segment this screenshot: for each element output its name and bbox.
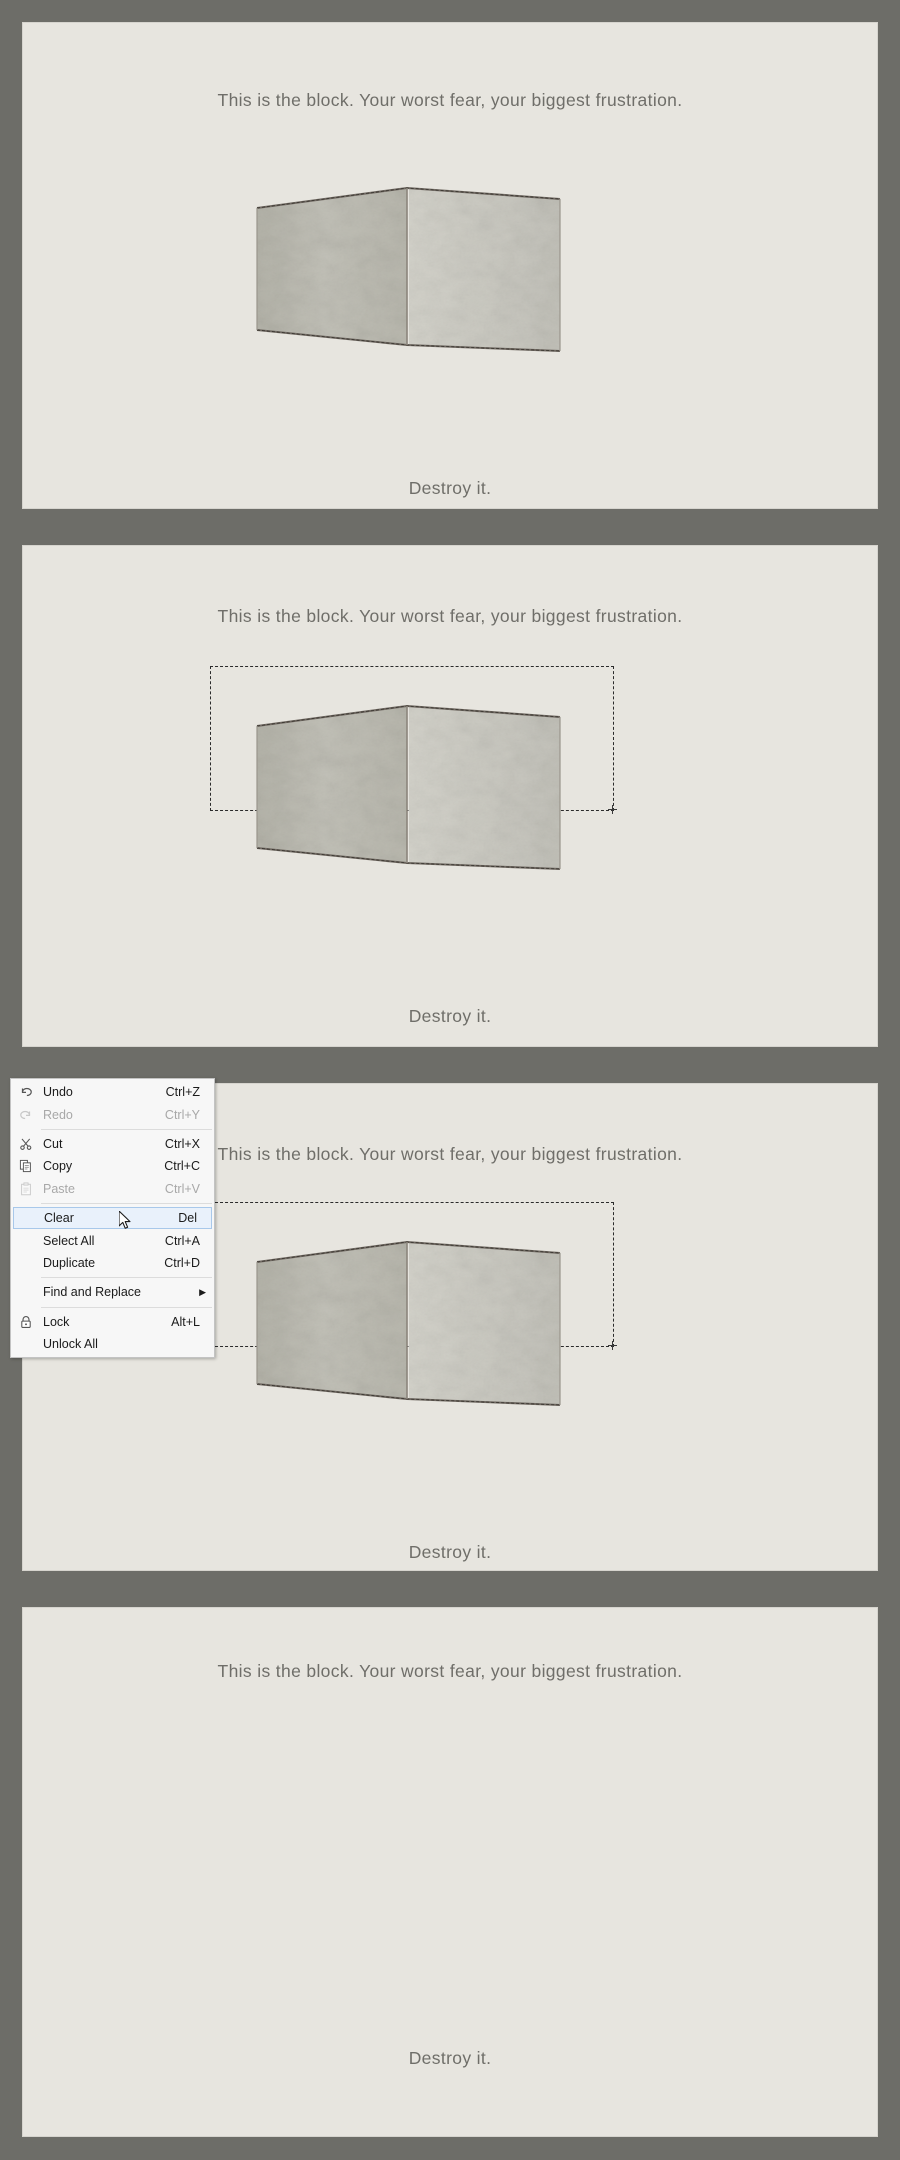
stone-block-image[interactable]	[255, 1234, 565, 1422]
menu-item-copy[interactable]: Copy Ctrl+C	[11, 1155, 214, 1177]
menu-item-label: Copy	[43, 1159, 73, 1174]
menu-item-label: Unlock All	[43, 1337, 98, 1352]
menu-item-accelerator: Ctrl+D	[164, 1255, 200, 1270]
menu-item-accelerator: Alt+L	[171, 1314, 200, 1329]
menu-item-cut[interactable]: Cut Ctrl+X	[11, 1133, 214, 1155]
menu-item-accelerator: Ctrl+Y	[164, 1107, 200, 1122]
scissors-icon	[11, 1137, 41, 1151]
menu-separator	[41, 1306, 212, 1308]
menu-item-duplicate[interactable]: Duplicate Ctrl+D	[11, 1252, 214, 1274]
menu-item-label: Undo	[43, 1085, 73, 1100]
panel-footer: Destroy it.	[408, 1006, 492, 1026]
panel-step-4: This is the block. Your worst fear, your…	[22, 1607, 878, 2137]
block-container[interactable]	[235, 168, 565, 378]
menu-item-clear[interactable]: Clear Del	[13, 1206, 212, 1230]
panel-footer: Destroy it.	[408, 478, 492, 498]
menu-item-select-all[interactable]: Select All Ctrl+A	[11, 1229, 214, 1251]
panel-step-1: This is the block. Your worst fear, your…	[22, 22, 878, 509]
menu-item-label: Clear	[44, 1211, 74, 1226]
panel-footer: Destroy it.	[408, 1542, 492, 1562]
resize-handle-icon[interactable]	[608, 1341, 617, 1350]
undo-icon	[11, 1085, 41, 1099]
menu-separator	[41, 1277, 212, 1279]
paste-icon	[11, 1182, 41, 1196]
menu-item-label: Select All	[43, 1233, 95, 1248]
lock-icon	[11, 1315, 41, 1329]
panel-heading: This is the block. Your worst fear, your…	[217, 90, 683, 110]
menu-item-label: Duplicate	[43, 1255, 96, 1270]
menu-item-redo[interactable]: Redo Ctrl+Y	[11, 1103, 214, 1125]
redo-icon	[11, 1108, 41, 1122]
menu-item-lock[interactable]: Lock Alt+L	[11, 1311, 214, 1333]
block-container[interactable]	[235, 686, 565, 896]
panel-heading: This is the block. Your worst fear, your…	[217, 1661, 683, 1681]
menu-separator	[41, 1128, 212, 1130]
menu-item-accelerator: Ctrl+V	[164, 1181, 200, 1196]
context-menu[interactable]: Undo Ctrl+Z Redo Ctrl+Y Cut Ctrl+X Copy …	[10, 1078, 215, 1359]
menu-item-label: Redo	[43, 1107, 73, 1122]
menu-item-label: Lock	[43, 1314, 70, 1329]
menu-item-accelerator: Del	[178, 1211, 197, 1226]
menu-item-find-and-replace[interactable]: Find and Replace ▶	[11, 1281, 214, 1303]
menu-item-paste[interactable]: Paste Ctrl+V	[11, 1178, 214, 1200]
panel-footer: Destroy it.	[408, 2048, 492, 2068]
panel-step-2: This is the block. Your worst fear, your…	[22, 545, 878, 1047]
menu-separator	[41, 1202, 212, 1204]
menu-item-unlock-all[interactable]: Unlock All	[11, 1333, 214, 1355]
resize-handle-icon[interactable]	[608, 805, 617, 814]
menu-item-label: Find and Replace	[43, 1285, 141, 1300]
menu-item-accelerator: Ctrl+X	[164, 1136, 200, 1151]
menu-item-label: Cut	[43, 1136, 63, 1151]
submenu-chevron-icon: ▶	[199, 1286, 206, 1297]
menu-item-accelerator: Ctrl+C	[164, 1159, 200, 1174]
panel-heading: This is the block. Your worst fear, your…	[217, 606, 683, 626]
copy-icon	[11, 1159, 41, 1173]
stone-block-image[interactable]	[255, 180, 565, 368]
menu-item-undo[interactable]: Undo Ctrl+Z	[11, 1081, 214, 1103]
menu-item-accelerator: Ctrl+Z	[165, 1085, 200, 1100]
menu-item-accelerator: Ctrl+A	[164, 1233, 200, 1248]
block-container[interactable]	[235, 1222, 565, 1432]
stone-block-image[interactable]	[255, 698, 565, 886]
menu-item-label: Paste	[43, 1181, 75, 1196]
screenshot-stage: This is the block. Your worst fear, your…	[0, 0, 900, 2160]
